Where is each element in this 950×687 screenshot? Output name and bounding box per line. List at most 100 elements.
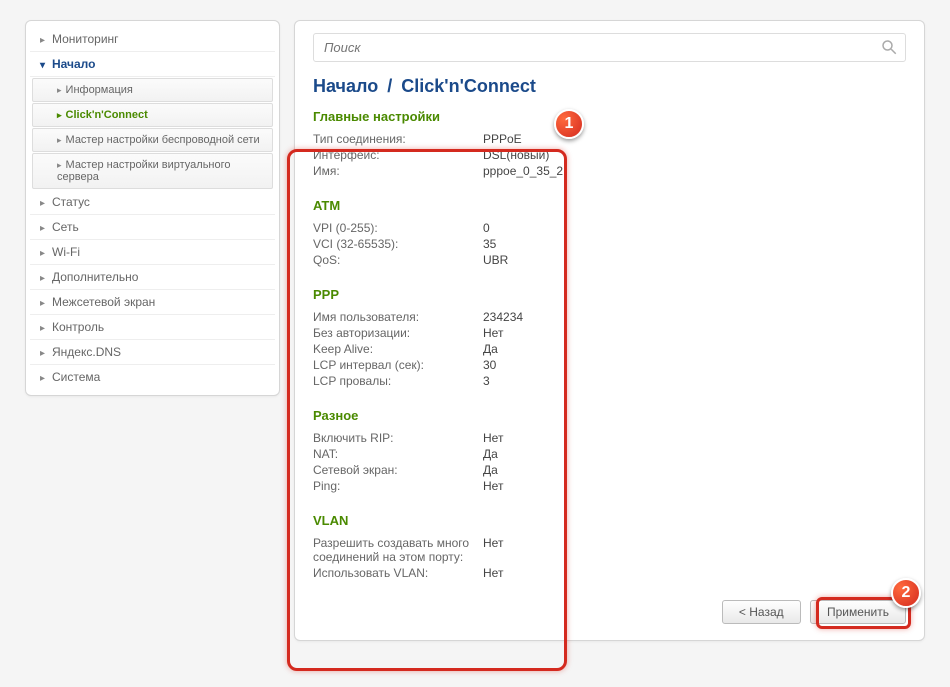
setting-row: LCP интервал (сек):30 (313, 358, 906, 372)
back-button[interactable]: < Назад (722, 600, 801, 624)
setting-label: Разрешить создавать много соединений на … (313, 536, 483, 564)
breadcrumb-separator: / (383, 76, 396, 96)
sidebar-item-wifi[interactable]: ▸ Wi-Fi (30, 240, 275, 265)
sidebar-subnav: ▸Информация▸Click'n'Connect▸Мастер настр… (30, 78, 275, 189)
setting-row: VCI (32-65535):35 (313, 237, 906, 251)
chevron-right-icon: ▸ (40, 323, 48, 334)
chevron-right-icon: ▸ (40, 223, 48, 234)
sidebar-item-label: Информация (66, 84, 133, 96)
setting-row: Тип соединения:PPPoE (313, 132, 906, 146)
chevron-right-icon: ▸ (57, 160, 62, 170)
chevron-right-icon: ▸ (40, 248, 48, 259)
sidebar-item-label: Click'n'Connect (66, 109, 148, 121)
sidebar-item-monitoring[interactable]: ▸ Мониторинг (30, 27, 275, 52)
sidebar-item-label: Межсетевой экран (52, 295, 155, 309)
sidebar-item-clicknconnect[interactable]: ▸ Click'n'Connect (32, 103, 273, 127)
setting-row: Имя пользователя:234234 (313, 310, 906, 324)
settings-section: PPPИмя пользователя:234234Без авторизаци… (313, 287, 906, 388)
setting-value: 234234 (483, 310, 523, 324)
sidebar-item-network[interactable]: ▸Сеть (30, 215, 275, 240)
setting-row: QoS:UBR (313, 253, 906, 267)
sidebar-item-label: Wi-Fi (52, 245, 80, 259)
setting-row: Использовать VLAN:Нет (313, 566, 906, 580)
sidebar-item-system[interactable]: ▸Система (30, 365, 275, 389)
app-root: ▸ Мониторинг ▾ Начало ▸ Информация ▸ Click'n'Co… (25, 20, 925, 641)
setting-label: NAT: (313, 447, 483, 461)
sidebar-item-label: Мастер настройки беспроводной сети (66, 134, 260, 146)
settings-section: ATM VPI (0-255):0 VCI (32-65535):35 QoS:UBR (313, 198, 906, 267)
setting-value: Да (483, 447, 498, 461)
chevron-down-icon: ▾ (40, 60, 48, 71)
sidebar-item-wifi-wizard[interactable]: ▸ Мастер настройки беспроводной сети (32, 128, 273, 152)
apply-button[interactable]: Применить (810, 600, 906, 624)
setting-label: Включить RIP: (313, 431, 483, 445)
settings-section: Главные настройки Тип соединения:PPPoE Инт… (313, 109, 906, 178)
section-title: ATM (313, 198, 906, 213)
setting-label: Интерфейс: (313, 148, 483, 162)
sidebar-item-label: Статус (52, 195, 90, 209)
settings-section: РазноеВключить RIP:НетNAT:ДаСетевой экра… (313, 408, 906, 493)
setting-row: LCP провалы:3 (313, 374, 906, 388)
setting-row: Включить RIP:Нет (313, 431, 906, 445)
setting-row: Keep Alive:Да (313, 342, 906, 356)
sidebar-item-label: Яндекс.DNS (52, 345, 121, 359)
setting-row: VPI (0-255):0 (313, 221, 906, 235)
setting-value: 3 (483, 374, 490, 388)
sidebar-item-label: Дополнительно (52, 270, 138, 284)
setting-label: Имя пользователя: (313, 310, 483, 324)
setting-label: Keep Alive: (313, 342, 483, 356)
setting-label: Тип соединения: (313, 132, 483, 146)
chevron-right-icon: ▸ (40, 348, 48, 359)
setting-label: QoS: (313, 253, 483, 267)
sidebar-item-label: Мониторинг (52, 32, 119, 46)
button-bar: < Назад Применить (313, 600, 906, 624)
setting-label: Имя: (313, 164, 483, 178)
setting-label: VCI (32-65535): (313, 237, 483, 251)
sidebar-item-label: Мастер настройки виртуального сервера (57, 159, 231, 183)
setting-row: Ping:Нет (313, 479, 906, 493)
setting-value: Нет (483, 431, 503, 445)
setting-value: Нет (483, 326, 503, 340)
setting-value: Нет (483, 566, 503, 580)
chevron-right-icon: ▸ (40, 298, 48, 309)
chevron-right-icon: ▸ (57, 85, 62, 95)
chevron-right-icon: ▸ (40, 198, 48, 209)
setting-label: VPI (0-255): (313, 221, 483, 235)
setting-label: LCP провалы: (313, 374, 483, 388)
setting-label: Использовать VLAN: (313, 566, 483, 580)
breadcrumb-root[interactable]: Начало (313, 76, 378, 96)
setting-row: Имя:pppoe_0_35_2 (313, 164, 906, 178)
sidebar-item-advanced[interactable]: ▸Дополнительно (30, 265, 275, 290)
sidebar-item-start[interactable]: ▾ Начало (30, 52, 275, 77)
breadcrumb-current: Click'n'Connect (401, 76, 536, 96)
setting-row: NAT:Да (313, 447, 906, 461)
chevron-right-icon: ▸ (57, 110, 62, 120)
section-title: Главные настройки (313, 109, 906, 124)
setting-value: 30 (483, 358, 496, 372)
sidebar-item-label: Контроль (52, 320, 104, 334)
setting-value: Да (483, 463, 498, 477)
setting-label: Ping: (313, 479, 483, 493)
sidebar-item-vserver-wizard[interactable]: ▸Мастер настройки виртуального сервера (32, 153, 273, 189)
search-input[interactable] (313, 33, 906, 62)
sidebar-item-status[interactable]: ▸ Статус (30, 190, 275, 215)
settings-panel: Главные настройки Тип соединения:PPPoE Инт… (313, 109, 906, 580)
chevron-right-icon: ▸ (40, 35, 48, 46)
sidebar-item-yandexdns[interactable]: ▸ Яндекс.DNS (30, 340, 275, 365)
sidebar-item-firewall[interactable]: ▸ Межсетевой экран (30, 290, 275, 315)
setting-row: Разрешить создавать много соединений на … (313, 536, 906, 564)
setting-value: DSL(новый) (483, 148, 549, 162)
section-title: Разное (313, 408, 906, 423)
setting-row: Интерфейс:DSL(новый) (313, 148, 906, 162)
sidebar-item-label: Начало (52, 57, 95, 71)
setting-value: Да (483, 342, 498, 356)
setting-row: Без авторизации:Нет (313, 326, 906, 340)
sidebar-item-control[interactable]: ▸ Контроль (30, 315, 275, 340)
setting-label: Сетевой экран: (313, 463, 483, 477)
sidebar-item-info[interactable]: ▸ Информация (32, 78, 273, 102)
sidebar-item-label: Система (52, 370, 100, 384)
setting-label: Без авторизации: (313, 326, 483, 340)
chevron-right-icon: ▸ (57, 135, 62, 145)
setting-value: 0 (483, 221, 490, 235)
section-title: PPP (313, 287, 906, 302)
